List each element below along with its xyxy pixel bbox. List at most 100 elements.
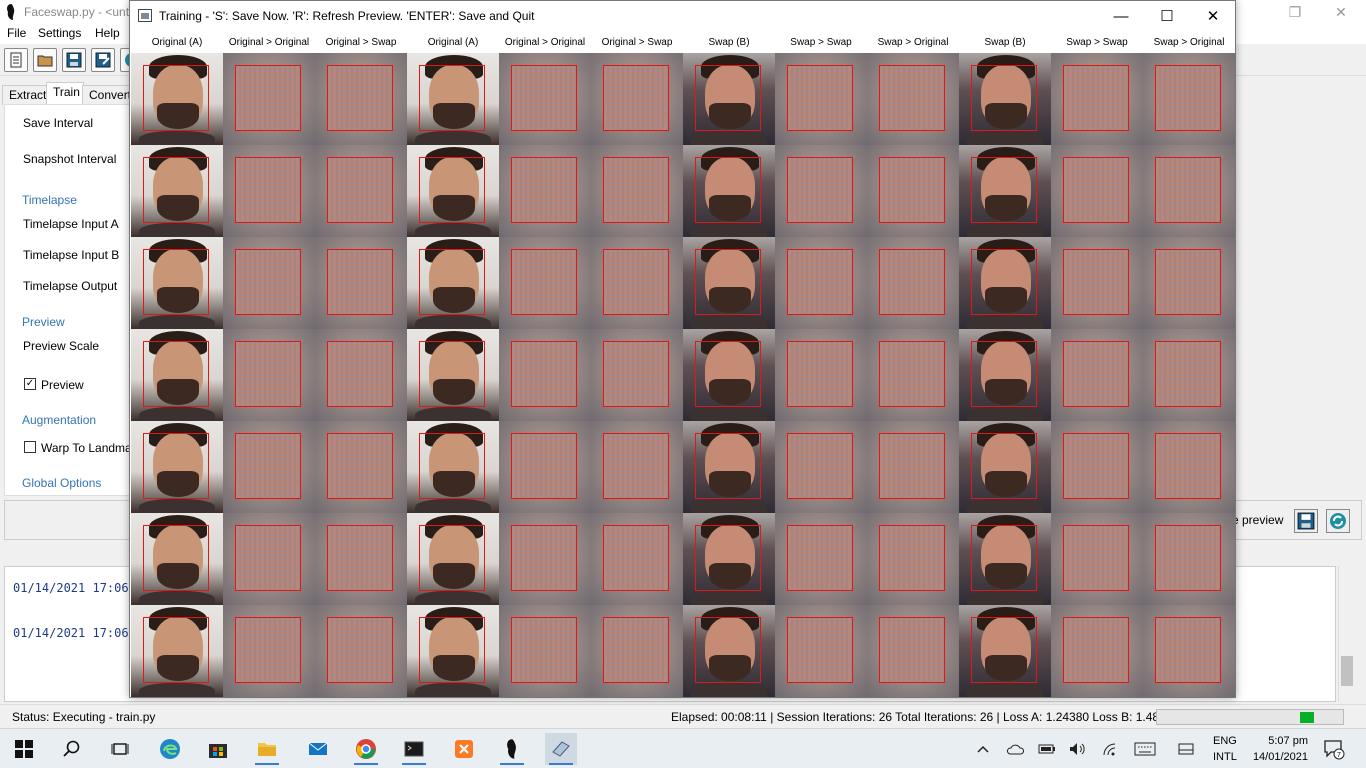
search-icon <box>63 740 80 757</box>
noisy-face-prediction <box>327 617 393 683</box>
file-explorer-button[interactable] <box>251 733 283 765</box>
desktop-tray[interactable] <box>1175 737 1197 761</box>
swap-result-cell <box>591 513 683 605</box>
network-tray[interactable] <box>1100 737 1122 761</box>
swap-result-cell <box>315 513 407 605</box>
app-restore-button[interactable]: ❐ <box>1272 0 1318 24</box>
global-options-link[interactable]: Global Options <box>22 476 101 490</box>
shoulders <box>139 407 215 421</box>
menu-help[interactable]: Help <box>95 26 120 40</box>
noisy-face-prediction <box>1155 617 1221 683</box>
clock-time: 5:07 pm <box>1268 735 1308 747</box>
face-bounding-box <box>419 525 485 591</box>
input-language-indicator[interactable]: ENG INTL <box>1213 733 1237 765</box>
tab-train[interactable]: Train <box>46 82 84 104</box>
swap-result-cell <box>775 605 867 697</box>
save-button[interactable] <box>62 48 86 72</box>
save-preview-button[interactable] <box>1294 509 1318 533</box>
terminal-icon <box>404 741 424 757</box>
touch-keyboard-tray[interactable] <box>1134 737 1156 761</box>
face-bounding-box <box>971 617 1037 683</box>
app-close-button[interactable]: ✕ <box>1318 0 1364 24</box>
mail-icon <box>308 742 328 755</box>
onedrive-tray[interactable] <box>1004 737 1026 761</box>
wifi-icon <box>1103 743 1116 756</box>
noisy-face-prediction <box>327 157 393 223</box>
noisy-face-prediction <box>787 249 853 315</box>
terminal-button[interactable] <box>398 733 430 765</box>
chrome-button[interactable] <box>350 733 382 765</box>
system-clock[interactable]: 5:07 pm 14/01/2021 <box>1248 733 1308 765</box>
tab-extract[interactable]: Extract <box>2 85 48 105</box>
training-preview-window: Training - 'S': Save Now. 'R': Refresh P… <box>129 0 1236 698</box>
faceswap-taskbar-button[interactable] <box>496 733 528 765</box>
maximize-button[interactable]: ☐ <box>1144 1 1190 31</box>
minimize-button[interactable]: — <box>1098 1 1144 31</box>
speaker-icon <box>1070 743 1085 755</box>
open-folder-button[interactable] <box>33 48 57 72</box>
clock-date: 14/01/2021 <box>1252 751 1308 763</box>
noisy-face-prediction <box>235 525 301 591</box>
show-hidden-icons-button[interactable] <box>972 737 994 761</box>
swap-result-cell <box>499 513 591 605</box>
search-button[interactable] <box>56 733 88 765</box>
new-file-button[interactable] <box>4 48 28 72</box>
face-bounding-box <box>971 525 1037 591</box>
face-photo-cell <box>959 421 1051 513</box>
swap-result-cell <box>315 329 407 421</box>
refresh-preview-button[interactable] <box>1326 509 1350 533</box>
noisy-face-prediction <box>1063 157 1129 223</box>
action-center-button[interactable]: 7 <box>1322 737 1346 761</box>
preview-image-grid <box>131 53 1235 697</box>
swap-result-cell <box>223 513 315 605</box>
chrome-icon <box>356 739 376 759</box>
noisy-face-prediction <box>879 157 945 223</box>
windows-logo-icon <box>15 740 33 758</box>
scrollbar-thumb[interactable] <box>1341 656 1353 686</box>
tab-convert[interactable]: Convert <box>82 85 132 105</box>
warp-to-landmarks-checkbox[interactable] <box>24 441 36 453</box>
swap-result-cell <box>315 237 407 329</box>
battery-icon <box>1038 744 1055 754</box>
progress-bar-fill <box>1300 712 1314 723</box>
folder-icon <box>37 55 53 67</box>
swap-result-cell <box>499 237 591 329</box>
new-file-icon <box>10 52 22 68</box>
start-button[interactable] <box>8 733 40 765</box>
mail-button[interactable] <box>302 733 334 765</box>
save-as-icon <box>95 52 111 68</box>
swap-result-cell <box>867 421 959 513</box>
face-photo-cell <box>683 605 775 697</box>
menu-settings[interactable]: Settings <box>38 26 81 40</box>
task-view-button[interactable] <box>104 733 136 765</box>
status-bar: Status: Executing - train.py Elapsed: 00… <box>0 704 1366 728</box>
preview-checkbox[interactable]: ✓ <box>24 378 36 390</box>
swap-result-cell <box>223 421 315 513</box>
swap-result-cell <box>591 53 683 145</box>
battery-tray[interactable] <box>1036 737 1058 761</box>
save-as-button[interactable] <box>91 48 115 72</box>
chevron-up-icon <box>977 745 989 753</box>
swap-result-cell <box>591 605 683 697</box>
menu-file[interactable]: File <box>7 26 26 40</box>
face-bounding-box <box>419 433 485 499</box>
preview-scale-label: Preview Scale <box>23 339 100 353</box>
console-scrollbar[interactable] <box>1338 566 1354 702</box>
face-photo-cell <box>683 329 775 421</box>
noisy-face-prediction <box>603 525 669 591</box>
close-button[interactable]: ✕ <box>1190 1 1236 31</box>
xampp-button[interactable] <box>448 733 480 765</box>
swap-result-cell <box>1051 605 1143 697</box>
swap-result-cell <box>591 237 683 329</box>
face-bounding-box <box>419 617 485 683</box>
store-button[interactable] <box>202 733 234 765</box>
training-window-taskbar-button[interactable] <box>545 733 577 765</box>
volume-tray[interactable] <box>1067 737 1089 761</box>
edge-browser-button[interactable] <box>154 733 186 765</box>
face-bounding-box <box>419 157 485 223</box>
swap-result-cell <box>223 605 315 697</box>
face-photo-cell <box>407 237 499 329</box>
noisy-face-prediction <box>787 617 853 683</box>
face-photo-cell <box>407 329 499 421</box>
swap-result-cell <box>315 53 407 145</box>
